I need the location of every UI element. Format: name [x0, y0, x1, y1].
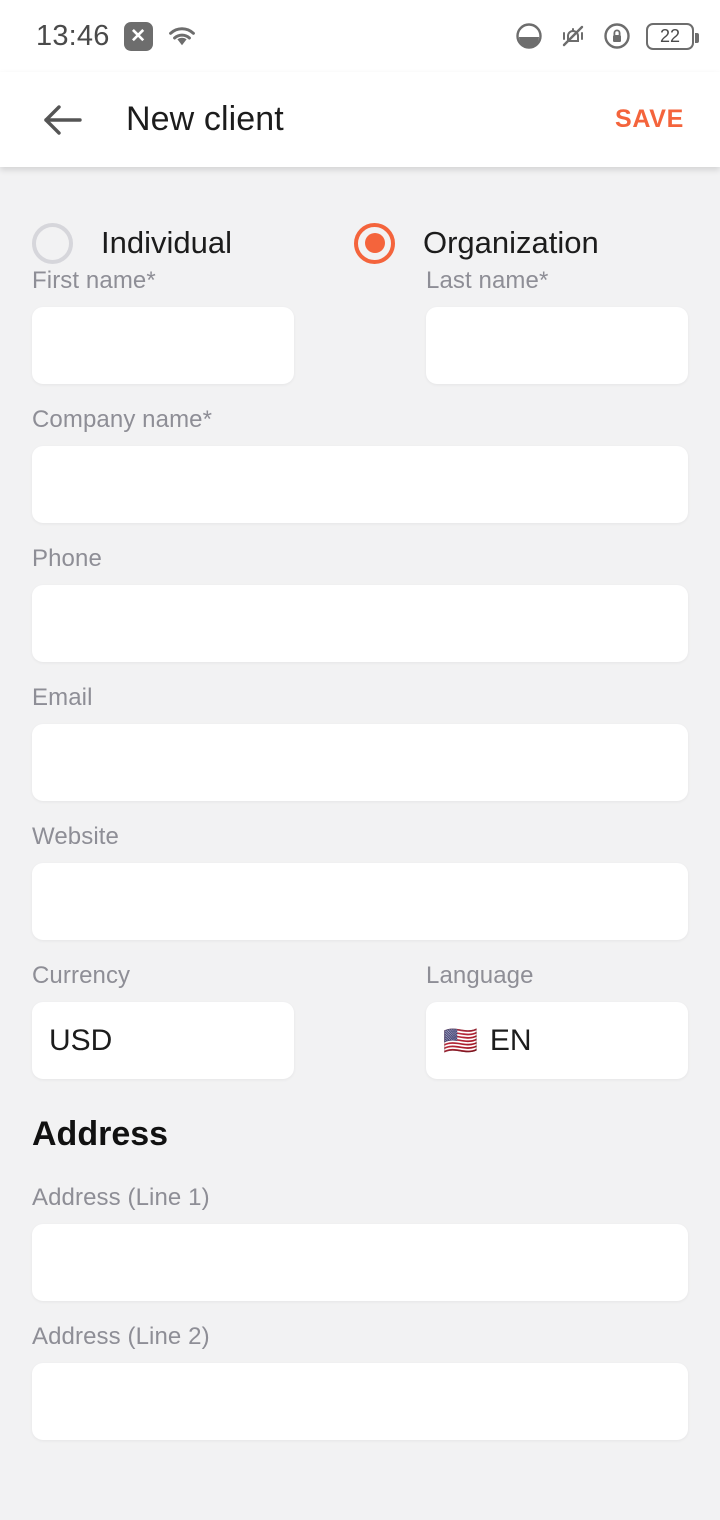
- value-language: EN: [489, 1023, 532, 1057]
- vibrate-mute-icon: [558, 21, 588, 51]
- dnd-icon: [514, 21, 544, 51]
- radio-selected-icon: [354, 222, 395, 264]
- radio-dot: [364, 233, 385, 253]
- us-flag-icon: 🇺🇸: [443, 1024, 478, 1056]
- app-bar: New client SAVE: [0, 72, 720, 167]
- section-title-address: Address: [32, 1115, 169, 1153]
- select-language[interactable]: 🇺🇸 EN: [426, 1002, 688, 1079]
- back-arrow-icon: [44, 104, 82, 135]
- currency-language-row: Currency USD Language 🇺🇸 EN: [32, 962, 688, 1079]
- page-title: New client: [126, 100, 284, 138]
- label-currency: Currency: [32, 962, 131, 989]
- rotation-lock-icon: [602, 21, 632, 51]
- label-company-name: Company name*: [32, 406, 213, 433]
- field-address-line2: Address (Line 2): [32, 1323, 688, 1440]
- status-bar-left: 13:46 ✕: [36, 20, 197, 53]
- radio-label-individual: Individual: [101, 225, 232, 260]
- value-language-wrap: 🇺🇸 EN: [443, 1024, 532, 1058]
- field-phone: Phone: [32, 545, 688, 662]
- input-address-line1[interactable]: [32, 1224, 688, 1301]
- close-badge-icon: ✕: [123, 21, 153, 51]
- label-website: Website: [32, 823, 119, 850]
- label-email: Email: [32, 684, 93, 711]
- label-phone: Phone: [32, 545, 102, 572]
- radio-option-organization[interactable]: Organization: [354, 222, 599, 264]
- label-first-name: First name*: [32, 267, 156, 294]
- form-content: Individual Organization First name* Last…: [0, 167, 720, 1440]
- input-email[interactable]: [32, 724, 688, 801]
- status-bar: 13:46 ✕ 22: [0, 0, 720, 72]
- field-company-name: Company name*: [32, 406, 688, 523]
- field-address-line1: Address (Line 1): [32, 1184, 688, 1301]
- input-first-name[interactable]: [32, 307, 294, 384]
- input-website[interactable]: [32, 863, 688, 940]
- input-last-name[interactable]: [426, 307, 688, 384]
- input-address-line2[interactable]: [32, 1363, 688, 1440]
- input-company-name[interactable]: [32, 446, 688, 523]
- label-last-name: Last name*: [426, 267, 549, 294]
- field-website: Website: [32, 823, 688, 940]
- status-time: 13:46: [36, 19, 110, 52]
- client-type-group: Individual Organization: [32, 167, 688, 267]
- name-row: First name* Last name*: [32, 267, 688, 384]
- back-button[interactable]: [34, 91, 92, 149]
- field-first-name: First name*: [32, 267, 294, 384]
- battery-icon: 22: [646, 22, 699, 50]
- input-phone[interactable]: [32, 585, 688, 662]
- radio-unselected-icon: [32, 222, 73, 264]
- radio-option-individual[interactable]: Individual: [32, 222, 354, 264]
- field-last-name: Last name*: [426, 267, 688, 384]
- save-button[interactable]: SAVE: [603, 95, 696, 144]
- field-language: Language 🇺🇸 EN: [426, 962, 688, 1079]
- new-client-screen: 13:46 ✕ 22 New client SAVE Individual Or…: [0, 0, 720, 1520]
- radio-label-organization: Organization: [423, 225, 599, 260]
- label-language: Language: [426, 962, 534, 989]
- status-bar-right: 22: [514, 21, 699, 51]
- select-currency[interactable]: USD: [32, 1002, 294, 1079]
- field-email: Email: [32, 684, 688, 801]
- label-address-line2: Address (Line 2): [32, 1323, 210, 1350]
- field-currency: Currency USD: [32, 962, 294, 1079]
- battery-level: 22: [659, 26, 681, 46]
- value-currency: USD: [49, 1023, 113, 1057]
- wifi-icon: [167, 24, 197, 48]
- label-address-line1: Address (Line 1): [32, 1184, 210, 1211]
